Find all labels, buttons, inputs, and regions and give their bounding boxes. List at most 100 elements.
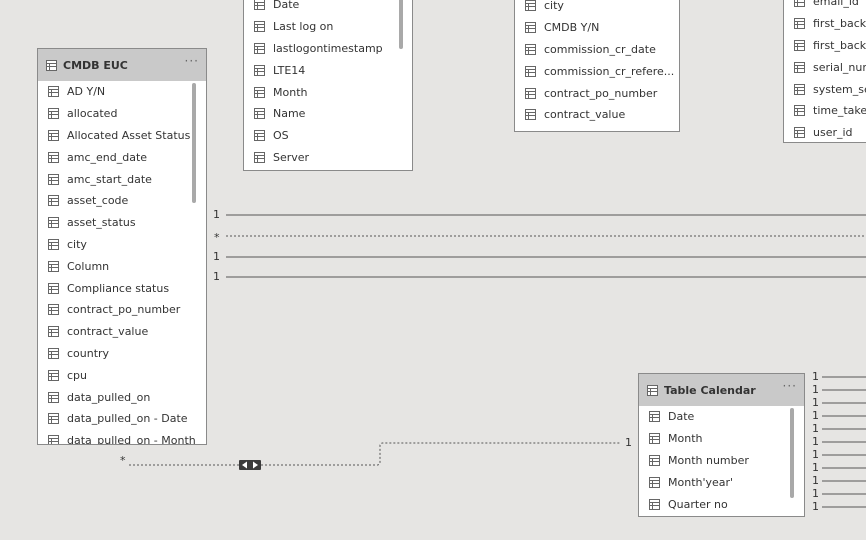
field-row[interactable]: first_backup [784,13,866,35]
table-field-icon [649,433,660,445]
field-label: cpu [67,368,88,382]
field-label: Month [668,432,703,446]
field-row[interactable]: Server [244,147,412,169]
field-label: Month number [668,453,749,467]
cardinality-label: * [120,454,126,467]
field-row[interactable]: amc_end_date [38,146,206,168]
field-label: asset_code [67,194,129,208]
contract-table-card[interactable]: city CMDB Y/N commission_cr_date commiss… [514,0,680,132]
ellipsis-icon[interactable]: ··· [783,379,797,393]
field-row[interactable]: lastlogontimestamp [244,38,412,60]
field-row[interactable]: data_pulled_on - Date [38,408,206,430]
field-row[interactable]: Month [244,81,412,103]
table-field-icon [254,0,265,11]
field-row[interactable]: AD Y/N [38,81,206,103]
field-row[interactable]: OS [244,125,412,147]
field-row[interactable]: CMDB Y/N [515,17,679,39]
field-row[interactable]: Quarter no [639,493,804,515]
table-header[interactable]: Table Calendar ··· [639,374,804,406]
table-calendar-card[interactable]: Table Calendar ··· Date Month Month numb… [638,373,805,517]
field-row[interactable]: cpu [38,364,206,386]
field-row[interactable]: contract_po_number [38,299,206,321]
field-row[interactable]: contract_po_number [515,82,679,104]
cardinality-label: 1 [812,487,819,500]
cmdb-euc-table-card[interactable]: CMDB EUC ··· AD Y/N allocated Allocated … [37,48,207,445]
field-label: amc_end_date [67,150,148,164]
field-label: commission_cr_refere... [544,64,675,78]
scrollbar[interactable] [399,0,403,49]
field-label: contract_po_number [67,303,181,317]
cmdb-calendar-relationship[interactable] [129,442,620,466]
table-field-icon [525,22,536,34]
field-row[interactable]: amc_start_date [38,168,206,190]
table-header[interactable]: CMDB EUC ··· [38,49,206,81]
field-row[interactable]: serial_numb [784,56,866,78]
table-field-icon [48,86,59,98]
field-row[interactable]: commission_cr_date [515,39,679,61]
field-row[interactable]: country [38,343,206,365]
field-row[interactable]: data_pulled_on [38,386,206,408]
field-label: Compliance status [67,281,170,295]
field-row[interactable]: asset_code [38,190,206,212]
table-field-icon [794,0,805,8]
scrollbar[interactable] [790,408,794,498]
field-label: first_backup [813,38,866,52]
field-row[interactable]: Month [639,428,804,450]
field-row[interactable]: allocated [38,103,206,125]
field-row[interactable]: user_id [784,122,866,142]
field-label: system_set [813,82,866,96]
field-list: city CMDB Y/N commission_cr_date commiss… [515,0,679,126]
table-title: Table Calendar [664,383,756,397]
field-row[interactable]: contract_value [38,321,206,343]
cardinality-label: 1 [625,436,632,449]
table-field-icon [649,454,660,466]
field-row[interactable]: LTE14 [244,59,412,81]
field-label: CMDB Y/N [544,21,600,35]
cardinality-label: 1 [812,396,819,409]
table-field-icon [649,411,660,423]
table-field-icon [48,108,59,120]
field-label: Server [273,150,310,164]
field-row[interactable]: time_taken [784,100,866,122]
table-field-icon [649,476,660,488]
field-row[interactable]: Month'year' [639,471,804,493]
bidirectional-arrows-icon[interactable] [239,460,261,470]
field-label: amc_start_date [67,172,152,186]
logon-table-card[interactable]: Date Last log on lastlogontimestamp LTE1… [243,0,413,171]
table-field-icon [254,108,265,120]
field-row[interactable]: Column [38,255,206,277]
field-row[interactable]: data_pulled_on - Month [38,430,206,444]
table-field-icon [649,498,660,510]
field-row[interactable]: system_set [784,78,866,100]
field-label: LTE14 [273,63,306,77]
field-row[interactable]: Allocated Asset Status [38,125,206,147]
field-label: allocated [67,107,118,121]
field-row[interactable]: Date [639,406,804,428]
table-field-icon [48,435,59,444]
table-field-icon [794,105,805,117]
field-row[interactable]: Date [244,0,412,16]
backup-table-card[interactable]: email_id first_backup first_backup seria… [783,0,866,143]
field-label: Allocated Asset Status [67,128,191,142]
ellipsis-icon[interactable]: ··· [185,54,199,68]
field-row[interactable]: Compliance status [38,277,206,299]
field-row[interactable]: email_id [784,0,866,13]
field-row[interactable]: commission_cr_refere... [515,60,679,82]
field-row[interactable]: Last log on [244,16,412,38]
field-row[interactable]: city [515,0,679,17]
table-field-icon [525,43,536,55]
field-label: commission_cr_date [544,42,656,56]
field-label: OS [273,129,289,143]
field-row[interactable]: first_backup [784,35,866,57]
field-label: serial_numb [813,60,866,74]
field-label: Month'year' [668,475,734,489]
cardinality-label: 1 [213,270,220,283]
field-row[interactable]: city [38,234,206,256]
cardinality-label: 1 [812,448,819,461]
cardinality-label: 1 [812,500,819,513]
field-row[interactable]: Name [244,103,412,125]
field-row[interactable]: Month number [639,450,804,472]
field-row[interactable]: contract_value [515,104,679,126]
field-row[interactable]: asset_status [38,212,206,234]
scrollbar[interactable] [192,83,196,203]
